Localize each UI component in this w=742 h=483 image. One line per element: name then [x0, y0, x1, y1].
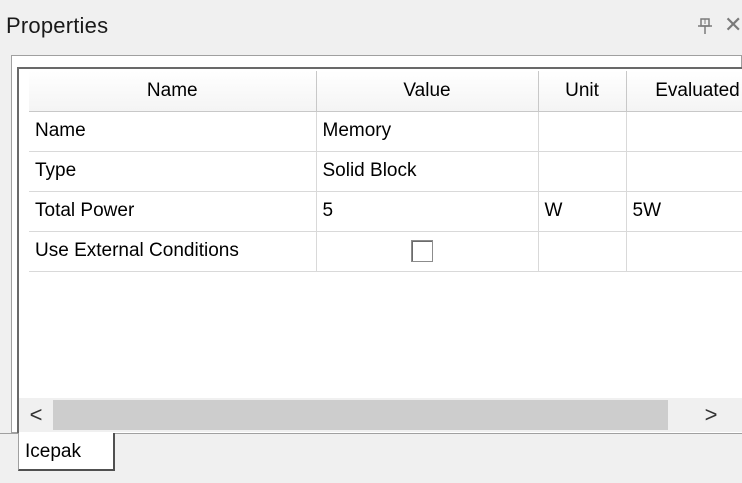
- property-table: Name Value Unit Evaluated Name Memory Ty…: [29, 71, 742, 272]
- column-header-unit[interactable]: Unit: [538, 71, 627, 112]
- table-row[interactable]: Total Power 5 W 5W: [29, 191, 742, 232]
- scrollbar-thumb[interactable]: [53, 400, 668, 430]
- property-value-cell[interactable]: Memory: [316, 111, 539, 152]
- property-unit-cell[interactable]: [538, 231, 627, 272]
- tab-icepak[interactable]: Icepak: [18, 433, 115, 471]
- property-name-cell[interactable]: Type: [29, 151, 317, 192]
- close-icon[interactable]: ✕: [724, 13, 742, 37]
- property-unit-cell[interactable]: W: [538, 191, 627, 232]
- column-header-name[interactable]: Name: [29, 71, 317, 112]
- property-evaluated-cell: [626, 111, 742, 152]
- tab-strip: Icepak: [0, 433, 742, 483]
- table-row[interactable]: Name Memory: [29, 111, 742, 152]
- property-evaluated-cell: [626, 151, 742, 192]
- property-unit-cell[interactable]: [538, 151, 627, 192]
- property-grid: Name Value Unit Evaluated Name Memory Ty…: [17, 67, 742, 439]
- property-name-cell[interactable]: Use External Conditions: [29, 231, 317, 272]
- property-evaluated-cell: [626, 231, 742, 272]
- property-name-cell[interactable]: Name: [29, 111, 317, 152]
- column-header-value[interactable]: Value: [316, 71, 539, 112]
- table-header-row: Name Value Unit Evaluated: [29, 71, 742, 112]
- property-evaluated-cell: 5W: [626, 191, 742, 232]
- column-header-evaluated[interactable]: Evaluated: [626, 71, 742, 112]
- properties-panel: Properties ✕ Name Value Unit Evaluated N…: [0, 0, 742, 483]
- chevron-left-icon[interactable]: <: [19, 398, 53, 432]
- property-name-cell[interactable]: Total Power: [29, 191, 317, 232]
- property-unit-cell[interactable]: [538, 111, 627, 152]
- table-row[interactable]: Use External Conditions: [29, 231, 742, 272]
- panel-title: Properties: [6, 13, 109, 38]
- property-value-cell[interactable]: Solid Block: [316, 151, 539, 192]
- use-external-conditions-checkbox[interactable]: [410, 239, 433, 262]
- property-value-cell[interactable]: 5: [316, 191, 539, 232]
- chevron-right-icon[interactable]: >: [691, 398, 731, 432]
- table-row[interactable]: Type Solid Block: [29, 151, 742, 192]
- property-value-cell[interactable]: [316, 231, 539, 272]
- horizontal-scrollbar[interactable]: < >: [19, 398, 742, 432]
- pin-icon[interactable]: [696, 14, 714, 38]
- panel-titlebar: Properties ✕: [0, 0, 742, 52]
